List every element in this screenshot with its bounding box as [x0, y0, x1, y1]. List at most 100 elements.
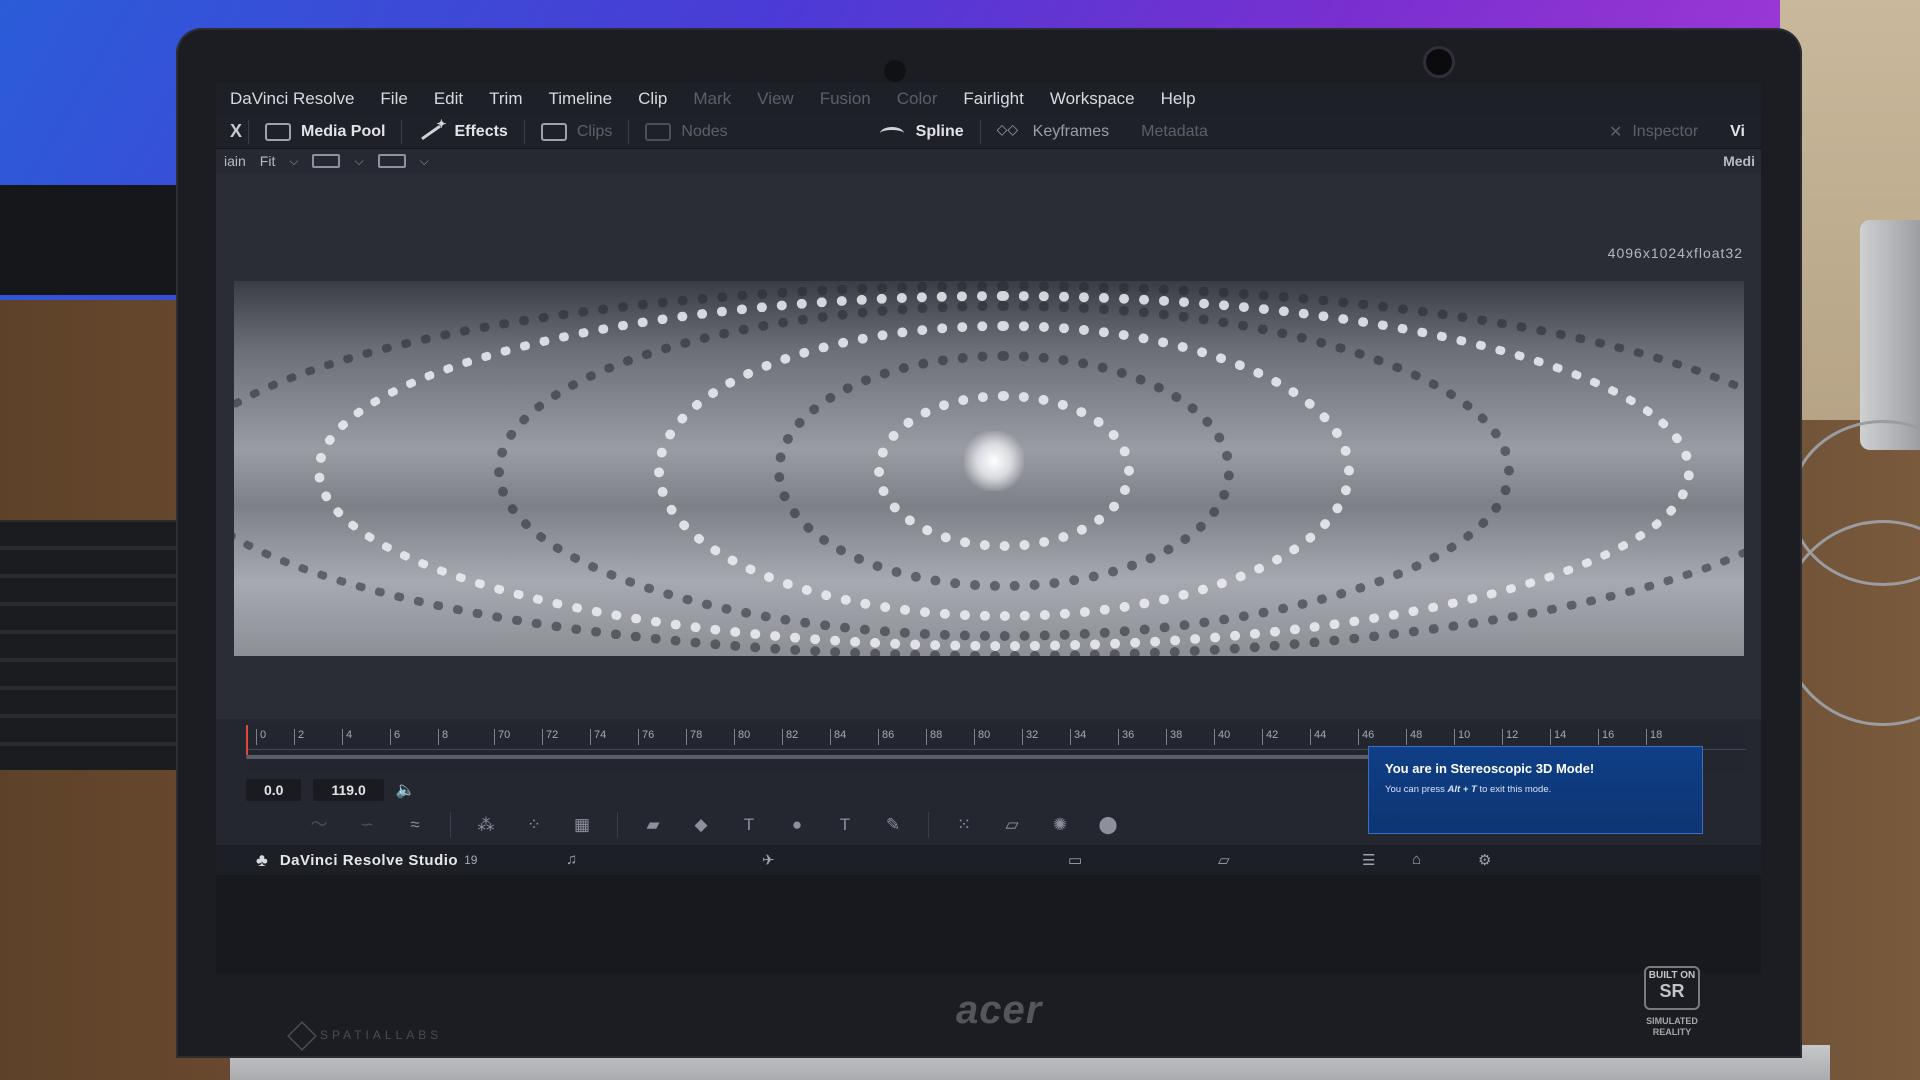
shortcut-key: Alt + T: [1447, 784, 1477, 795]
tick-label: 6: [390, 729, 400, 745]
viewer-options-bar: iain Fit ⌵ ⌵ ⌵ Medi: [216, 149, 1761, 173]
scrub-bar[interactable]: [246, 755, 1376, 759]
color-corrector-icon[interactable]: ⬤: [1095, 816, 1121, 834]
nodes-button[interactable]: Nodes: [629, 115, 743, 148]
menu-fairlight[interactable]: Fairlight: [963, 89, 1023, 109]
inspector-button[interactable]: ✕ Inspector: [1593, 115, 1714, 148]
tick-label: 40: [1214, 729, 1230, 745]
media-pool-button[interactable]: Media Pool: [249, 115, 401, 148]
background-device: [1860, 220, 1920, 450]
menu-fusion[interactable]: Fusion: [820, 89, 871, 109]
spline-button[interactable]: Spline: [864, 115, 980, 148]
spatial-labs-icon: [287, 1021, 317, 1051]
spatial-labs-label: SPATIALLABS: [320, 1028, 443, 1042]
notification-body: You can press Alt + T to exit this mode.: [1385, 784, 1552, 795]
end-time-field[interactable]: 119.0: [313, 779, 384, 801]
particle-render-icon[interactable]: ⁘: [521, 816, 547, 834]
home-icon[interactable]: ⌂: [1412, 851, 1421, 868]
list-icon[interactable]: ☰: [1362, 851, 1375, 869]
chevron-down-icon[interactable]: ⌵: [354, 154, 363, 169]
menu-timeline[interactable]: Timeline: [548, 89, 612, 109]
tick-label: 32: [1022, 729, 1038, 745]
keyframes-icon: [997, 121, 1023, 141]
nodes-icon: [645, 122, 672, 141]
tick-label: 42: [1262, 729, 1278, 745]
cut-page-icon[interactable]: ▭: [1068, 851, 1082, 869]
metadata-button[interactable]: Metadata: [1125, 115, 1224, 148]
menu-file[interactable]: File: [380, 89, 407, 109]
bspline-tool-icon[interactable]: ∽: [354, 816, 380, 834]
screen: DaVinci Resolve File Edit Trim Timeline …: [216, 83, 1761, 973]
app-name: DaVinci Resolve Studio: [279, 851, 459, 869]
roi-icon[interactable]: [377, 154, 406, 168]
notification-title: You are in Stereoscopic 3D Mode!: [1385, 761, 1595, 776]
particle-mesh-icon[interactable]: ▦: [569, 816, 595, 834]
ir-sensor: [884, 60, 906, 82]
stereoscopic-mode-notification: You are in Stereoscopic 3D Mode! You can…: [1368, 746, 1703, 834]
tick-label: 70: [494, 729, 510, 745]
polyline-tool-icon[interactable]: 〜: [306, 816, 332, 834]
viewer-toggle-label: Vi: [1730, 122, 1745, 140]
deliver-page-icon[interactable]: ✈: [762, 851, 775, 869]
acer-logo: acer: [956, 988, 1043, 1032]
menu-workspace[interactable]: Workspace: [1050, 89, 1135, 109]
tick-label: 80: [974, 729, 990, 745]
playhead[interactable]: [246, 725, 248, 755]
edit-page-icon[interactable]: ▱: [1218, 851, 1230, 869]
current-time-field[interactable]: 0.0: [246, 779, 302, 801]
viewer-toggle-button[interactable]: Vi: [1714, 115, 1761, 148]
camera-3d-icon[interactable]: ●: [784, 816, 810, 834]
tick-label: 74: [590, 729, 606, 745]
clips-label: Clips: [576, 122, 613, 140]
menu-help[interactable]: Help: [1161, 89, 1196, 109]
menu-trim[interactable]: Trim: [489, 89, 522, 109]
keyframes-button[interactable]: Keyframes: [981, 115, 1125, 148]
text-plus-icon[interactable]: T: [832, 816, 858, 834]
tick-label: 84: [830, 729, 846, 745]
x-icon[interactable]: X: [224, 121, 248, 142]
transform-icon[interactable]: ▱: [999, 816, 1025, 834]
clips-button[interactable]: Clips: [525, 115, 629, 148]
tick-label: 0: [256, 729, 266, 745]
tick-label: 86: [878, 729, 894, 745]
time-controls: 0.0 119.0 🔈: [246, 777, 416, 803]
menu-edit[interactable]: Edit: [434, 89, 463, 109]
tick-label: 48: [1406, 729, 1422, 745]
screen-bottom-area: [216, 875, 1761, 973]
menu-color[interactable]: Color: [897, 89, 938, 109]
blur-icon[interactable]: ⁙: [951, 816, 977, 834]
menu-davinci-resolve[interactable]: DaVinci Resolve: [230, 89, 354, 109]
viewer[interactable]: 4096x1024xfloat32: [216, 173, 1761, 719]
tick-label: 76: [638, 729, 654, 745]
resolution-label: 4096x1024xfloat32: [1607, 245, 1743, 261]
particle-emitter-icon[interactable]: ⁂: [473, 816, 499, 834]
effects-button[interactable]: Effects: [402, 115, 523, 148]
fit-dropdown[interactable]: Fit: [260, 153, 276, 169]
volume-icon[interactable]: 🔈: [396, 780, 416, 800]
media-pool-icon: [265, 122, 292, 141]
menu-clip[interactable]: Clip: [638, 89, 667, 109]
nodes-label: Nodes: [681, 122, 728, 140]
menu-mark[interactable]: Mark: [693, 89, 731, 109]
tick-label: 36: [1118, 729, 1134, 745]
gear-icon[interactable]: ⚙: [1478, 851, 1491, 869]
merge-3d-icon[interactable]: ◆: [688, 816, 714, 834]
paint-tool-icon[interactable]: ≈: [402, 816, 428, 834]
music-note-icon[interactable]: ♫: [566, 851, 577, 868]
brush-icon[interactable]: ✎: [880, 816, 906, 834]
tick-label: 46: [1358, 729, 1374, 745]
tick-label: 72: [542, 729, 558, 745]
chevron-down-icon[interactable]: ⌵: [420, 154, 429, 169]
webcam: [1423, 46, 1455, 78]
tick-label: 38: [1166, 729, 1182, 745]
menu-view[interactable]: View: [757, 89, 794, 109]
view-mode-icon[interactable]: [312, 154, 341, 168]
fusion-tools-bar: 〜 ∽ ≈ ⁂ ⁘ ▦ ▰ ◆ T ● T ✎ ⁙ ▱ ✺ ⬤: [306, 808, 1356, 842]
shape-3d-icon[interactable]: ▰: [640, 816, 666, 834]
glow-icon[interactable]: ✺: [1047, 816, 1073, 834]
text-3d-icon[interactable]: T: [736, 816, 762, 834]
page-navigation-bar: ♣ DaVinci Resolve Studio 19 ♫ ✈ ▭ ▱ ☰ ⌂ …: [216, 845, 1761, 875]
chevron-down-icon[interactable]: ⌵: [289, 154, 298, 169]
effects-label: Effects: [454, 122, 508, 140]
tick-label: 12: [1502, 729, 1518, 745]
